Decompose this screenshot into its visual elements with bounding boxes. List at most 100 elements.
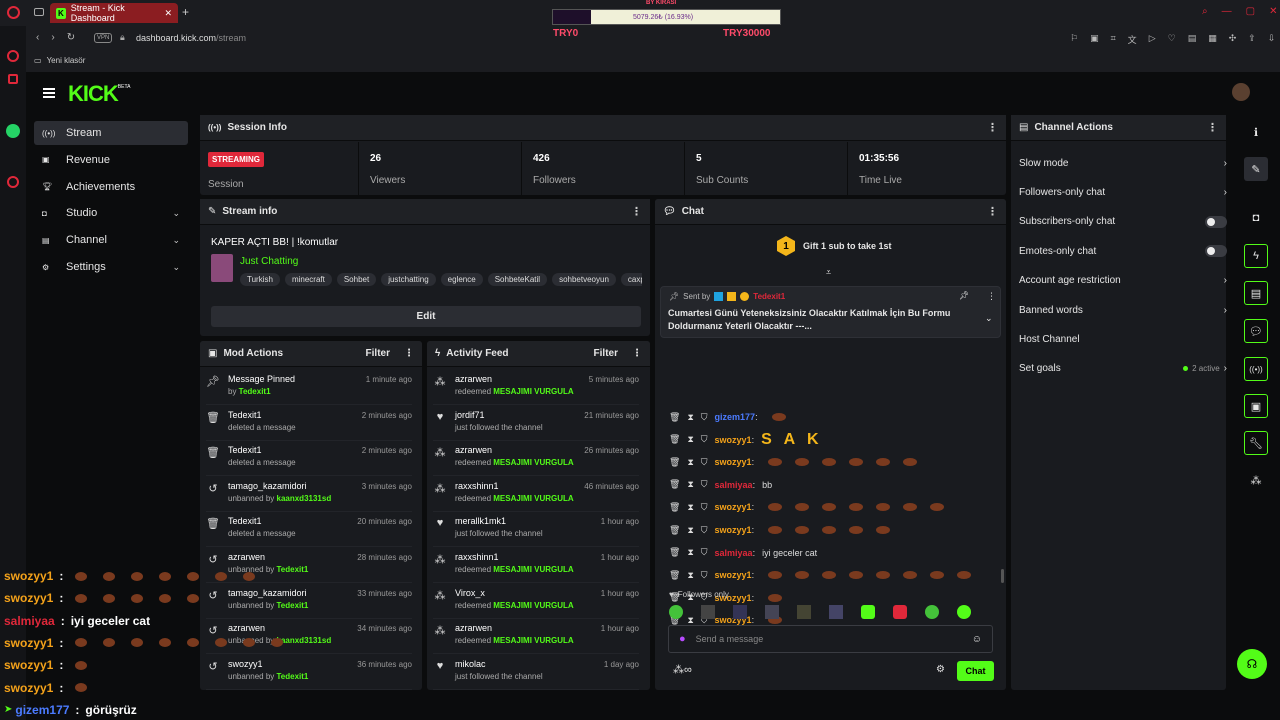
list-item-target[interactable]: Tedexit1 bbox=[277, 672, 309, 681]
chevron-right-icon[interactable]: 2 active › bbox=[1183, 363, 1227, 374]
reload-icon[interactable]: ↻ bbox=[67, 32, 75, 43]
list-item[interactable]: ⁂ azrarwen redeemed MESAJIMI VURGULA 5 minu… bbox=[433, 371, 639, 405]
chat-message[interactable]: 🗑︎ ⧗ ⛉ swozyy1: bbox=[669, 499, 950, 515]
unpin-icon[interactable]: 📌︎ bbox=[959, 291, 969, 300]
bookmark-folder[interactable]: ▭ Yeni klasör bbox=[34, 56, 85, 65]
session-more-icon[interactable]: ⋮ bbox=[987, 121, 998, 134]
nav-item-studio[interactable]: ◘ Studio ⌄ bbox=[34, 201, 188, 225]
list-item[interactable]: ⁂ raxxshinn1 redeemed MESAJIMI VURGULA 1 ho… bbox=[433, 549, 639, 583]
close-tab-icon[interactable]: ✕ bbox=[164, 8, 172, 19]
mod-filter-button[interactable]: Filter bbox=[366, 348, 390, 359]
delete-message-icon[interactable]: 🗑︎ bbox=[669, 479, 680, 490]
list-item-target[interactable]: MESAJIMI VURGULA bbox=[493, 636, 573, 645]
help-button[interactable]: ☊ bbox=[1237, 649, 1267, 679]
chat-username[interactable]: swozyy1 bbox=[715, 435, 752, 445]
notes-icon[interactable]: ▤ bbox=[1244, 281, 1268, 305]
nav-item-revenue[interactable]: ▣ Revenue bbox=[34, 148, 188, 172]
tag-chip[interactable]: SohbeteKatil bbox=[487, 273, 548, 286]
activity-more-icon[interactable]: ⋮ bbox=[632, 348, 642, 359]
list-item[interactable]: 🗑︎ Tedexit1 deleted a message 2 minutes ago bbox=[206, 407, 412, 441]
maximize-icon[interactable]: ▢ bbox=[1246, 6, 1255, 17]
tag-chip[interactable]: minecraft bbox=[284, 273, 332, 286]
bag-icon[interactable] bbox=[8, 74, 18, 84]
mic-icon[interactable]: ● bbox=[679, 633, 686, 645]
channel-action-subscribers-only-chat[interactable]: Subscribers-only chat bbox=[1019, 212, 1227, 232]
channel-action-account-age-restriction[interactable]: Account age restriction › bbox=[1019, 271, 1227, 291]
list-item[interactable]: ↺ tamago_kazamidori unbanned by Tedexit1 33… bbox=[206, 585, 412, 619]
extension-icon[interactable]: ▦ bbox=[1208, 33, 1217, 46]
chevron-right-icon[interactable]: › bbox=[1224, 275, 1227, 286]
download-icon[interactable]: ⇩ bbox=[1268, 33, 1276, 46]
tab-list-icon[interactable] bbox=[34, 8, 44, 16]
tag-chip[interactable]: eglence bbox=[440, 273, 483, 286]
delete-message-icon[interactable]: 🗑︎ bbox=[669, 434, 680, 445]
ban-icon[interactable]: ⛉ bbox=[701, 502, 708, 513]
nav-item-achievements[interactable]: 🏆︎ Achievements bbox=[34, 175, 188, 199]
list-item-target[interactable]: Tedexit1 bbox=[277, 565, 309, 574]
translate-icon[interactable]: 文 bbox=[1128, 33, 1137, 46]
hamburger-icon[interactable] bbox=[43, 88, 55, 98]
ban-icon[interactable]: ⛉ bbox=[701, 525, 708, 536]
delete-message-icon[interactable]: 🗑︎ bbox=[669, 570, 680, 581]
chat-username[interactable]: swozyy1 bbox=[715, 502, 752, 512]
tag-chip[interactable]: Sohbet bbox=[336, 273, 377, 286]
opera-logo-icon[interactable] bbox=[7, 6, 20, 19]
new-tab-button[interactable]: + bbox=[182, 5, 189, 19]
messenger-icon[interactable] bbox=[7, 50, 19, 62]
delete-message-icon[interactable]: 🗑︎ bbox=[669, 412, 680, 423]
chat-input[interactable]: ● Send a message ☺ bbox=[668, 625, 993, 653]
delete-message-icon[interactable]: 🗑︎ bbox=[669, 502, 680, 513]
timeout-icon[interactable]: ⧗ bbox=[687, 570, 693, 581]
channel-action-followers-only-chat[interactable]: Followers-only chat › bbox=[1019, 182, 1227, 202]
emote-5-icon[interactable] bbox=[797, 605, 811, 619]
emote-1-icon[interactable] bbox=[669, 605, 683, 619]
chevron-down-icon[interactable]: ⌄ bbox=[172, 208, 180, 219]
channel-action-slow-mode[interactable]: Slow mode › bbox=[1019, 153, 1227, 173]
list-item-target[interactable]: MESAJIMI VURGULA bbox=[493, 458, 573, 467]
bookmark-icon[interactable]: ⚐ bbox=[1070, 33, 1078, 46]
channel-action-set-goals[interactable]: Set goals 2 active › bbox=[1019, 359, 1227, 379]
timeout-icon[interactable]: ⧗ bbox=[687, 502, 693, 513]
tag-chip[interactable]: sohbetveoyun bbox=[552, 273, 616, 286]
list-item-target[interactable]: Tedexit1 bbox=[239, 387, 271, 396]
chevron-right-icon[interactable]: › bbox=[1224, 158, 1227, 169]
wrench-icon[interactable]: 🔧︎ bbox=[1244, 431, 1268, 455]
user-avatar[interactable] bbox=[1232, 83, 1250, 101]
edit-stream-button[interactable]: Edit bbox=[211, 306, 641, 327]
list-item-target[interactable]: MESAJIMI VURGULA bbox=[493, 601, 573, 610]
ban-icon[interactable]: ⛉ bbox=[701, 570, 708, 581]
emote-3-icon[interactable] bbox=[733, 605, 747, 619]
emote-6-icon[interactable] bbox=[829, 605, 843, 619]
emote-8-icon[interactable] bbox=[893, 605, 907, 619]
ban-icon[interactable]: ⛉ bbox=[701, 457, 708, 468]
emote-9-icon[interactable] bbox=[925, 605, 939, 619]
chat-username[interactable]: swozyy1 bbox=[715, 570, 752, 580]
emote-4-icon[interactable] bbox=[765, 605, 779, 619]
chat-message[interactable]: 🗑︎ ⧗ ⛉ salmiyaa: bb bbox=[669, 477, 772, 493]
emote-7-icon[interactable] bbox=[861, 605, 875, 619]
ban-icon[interactable]: ⛉ bbox=[701, 547, 708, 558]
delete-message-icon[interactable]: 🗑︎ bbox=[669, 547, 680, 558]
chat-more-icon[interactable]: ⋮ bbox=[987, 205, 998, 218]
close-window-icon[interactable]: ✕ bbox=[1269, 6, 1277, 17]
list-item[interactable]: ↺ swozyy1 unbanned by Tedexit1 36 minutes a… bbox=[206, 656, 412, 690]
tag-chip[interactable]: Turkish bbox=[240, 273, 280, 286]
nav-item-stream[interactable]: ((•)) Stream bbox=[34, 121, 188, 145]
delete-message-icon[interactable]: 🗑︎ bbox=[669, 457, 680, 468]
url-field[interactable]: dashboard.kick.com/stream bbox=[136, 33, 246, 43]
toggle-switch[interactable] bbox=[1205, 215, 1227, 228]
list-item-target[interactable]: Tedexit1 bbox=[277, 601, 309, 610]
mod-more-icon[interactable]: ⋮ bbox=[404, 348, 414, 359]
timeout-icon[interactable]: ⧗ bbox=[687, 457, 693, 468]
kick-logo[interactable]: KICK BETA bbox=[68, 81, 130, 107]
back-icon[interactable]: ‹ bbox=[36, 32, 39, 43]
emote-10-icon[interactable] bbox=[957, 605, 971, 619]
expand-icon[interactable]: ⌄ bbox=[985, 313, 993, 324]
list-item-target[interactable]: MESAJIMI VURGULA bbox=[493, 494, 573, 503]
activity-filter-button[interactable]: Filter bbox=[594, 348, 618, 359]
heart-outline-icon[interactable]: ♡ bbox=[1168, 33, 1176, 46]
ban-icon[interactable]: ⛉ bbox=[701, 412, 708, 423]
list-item[interactable]: ⁂ azrarwen redeemed MESAJIMI VURGULA 1 hour… bbox=[433, 620, 639, 655]
list-item[interactable]: ⁂ raxxshinn1 redeemed MESAJIMI VURGULA 46 m… bbox=[433, 478, 639, 512]
tag-chip[interactable]: caxp bbox=[620, 273, 642, 286]
